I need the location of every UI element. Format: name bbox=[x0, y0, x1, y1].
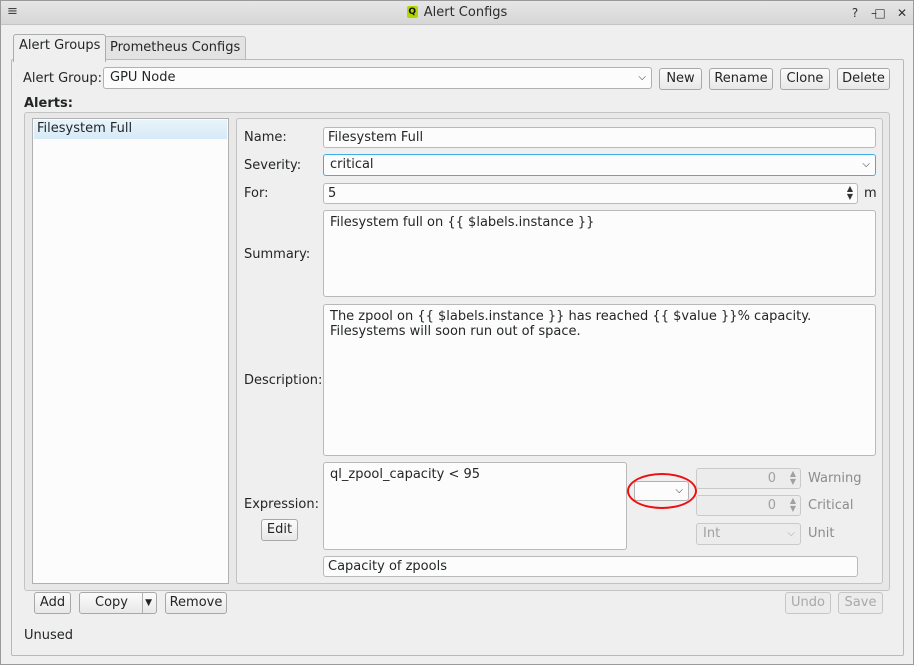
title-bar: ≡ Q Alert Configs ? – □ ✕ bbox=[1, 1, 913, 25]
critical-threshold-spinbox[interactable]: 0 ▲ ▼ bbox=[696, 495, 801, 516]
chevron-down-icon: ⌵ bbox=[787, 528, 795, 539]
spin-arrows-icon[interactable]: ▲ ▼ bbox=[790, 470, 796, 486]
delete-group-button[interactable]: Delete bbox=[837, 68, 890, 90]
alerts-section-label: Alerts: bbox=[24, 96, 73, 111]
severity-selected: critical bbox=[330, 157, 374, 172]
name-label: Name: bbox=[244, 130, 287, 145]
remove-alert-button[interactable]: Remove bbox=[165, 592, 227, 614]
for-duration-spinbox[interactable]: 5 ▲ ▼ bbox=[323, 183, 858, 204]
unit-label: Unit bbox=[808, 526, 835, 541]
window-title: Alert Configs bbox=[423, 5, 508, 20]
description-label: Description: bbox=[244, 373, 323, 388]
maximize-icon[interactable]: □ bbox=[872, 5, 888, 21]
edit-expression-button[interactable]: Edit bbox=[261, 519, 298, 541]
for-label: For: bbox=[244, 186, 269, 201]
description-textarea[interactable]: The zpool on {{ $labels.instance }} has … bbox=[323, 304, 876, 456]
split-divider bbox=[142, 593, 143, 613]
help-icon[interactable]: ? bbox=[847, 5, 863, 21]
alerts-list[interactable]: Filesystem Full bbox=[32, 118, 229, 584]
alert-group-selected: GPU Node bbox=[110, 70, 176, 85]
spin-arrows-icon[interactable]: ▲ ▼ bbox=[790, 497, 796, 513]
add-alert-button[interactable]: Add bbox=[34, 592, 71, 614]
severity-label: Severity: bbox=[244, 158, 302, 173]
clone-group-button[interactable]: Clone bbox=[780, 68, 830, 90]
new-group-button[interactable]: New bbox=[659, 68, 702, 90]
unit-selected: Int bbox=[703, 526, 721, 541]
save-button[interactable]: Save bbox=[838, 592, 883, 614]
warning-label: Warning bbox=[808, 471, 862, 486]
copy-label: Copy bbox=[95, 595, 128, 610]
summary-textarea[interactable]: Filesystem full on {{ $labels.instance }… bbox=[323, 210, 876, 297]
operator-select[interactable]: ⌵ bbox=[634, 481, 689, 501]
name-field[interactable]: Filesystem Full bbox=[323, 127, 876, 148]
critical-label: Critical bbox=[808, 498, 854, 513]
list-item[interactable]: Filesystem Full bbox=[34, 120, 227, 139]
close-icon[interactable]: ✕ bbox=[894, 5, 910, 21]
for-unit-label: m bbox=[864, 186, 877, 201]
undo-button[interactable]: Undo bbox=[785, 592, 831, 614]
app-logo-icon: Q bbox=[406, 5, 418, 18]
chevron-down-icon[interactable]: ▼ bbox=[145, 593, 152, 613]
for-value: 5 bbox=[328, 186, 337, 201]
warning-threshold-spinbox[interactable]: 0 ▲ ▼ bbox=[696, 468, 801, 489]
window-title-area: Q Alert Configs bbox=[1, 5, 913, 20]
alert-group-select[interactable]: GPU Node ⌵ bbox=[103, 67, 652, 89]
chevron-down-icon: ⌵ bbox=[675, 485, 683, 496]
warning-value: 0 bbox=[767, 471, 776, 486]
chevron-down-icon: ⌵ bbox=[638, 72, 646, 83]
status-text: Unused bbox=[24, 628, 74, 643]
critical-value: 0 bbox=[767, 498, 776, 513]
copy-alert-button[interactable]: Copy ▼ bbox=[79, 592, 157, 614]
spin-arrows-icon[interactable]: ▲ ▼ bbox=[847, 185, 853, 201]
alert-configs-window: ≡ Q Alert Configs ? – □ ✕ Alert Groups Pr… bbox=[0, 0, 914, 665]
expression-textarea[interactable]: ql_zpool_capacity < 95 bbox=[323, 462, 627, 550]
expression-label: Expression: bbox=[244, 497, 319, 512]
severity-select[interactable]: critical ⌵ bbox=[323, 154, 876, 176]
expression-comment-field[interactable]: Capacity of zpools bbox=[323, 556, 858, 577]
unit-select[interactable]: Int ⌵ bbox=[696, 523, 801, 545]
summary-label: Summary: bbox=[244, 247, 311, 262]
alert-group-label: Alert Group: bbox=[23, 71, 103, 86]
chevron-down-icon: ⌵ bbox=[862, 159, 870, 170]
rename-group-button[interactable]: Rename bbox=[709, 68, 773, 90]
tab-prometheus-configs[interactable]: Prometheus Configs bbox=[104, 36, 247, 60]
tab-alert-groups[interactable]: Alert Groups bbox=[13, 34, 107, 62]
